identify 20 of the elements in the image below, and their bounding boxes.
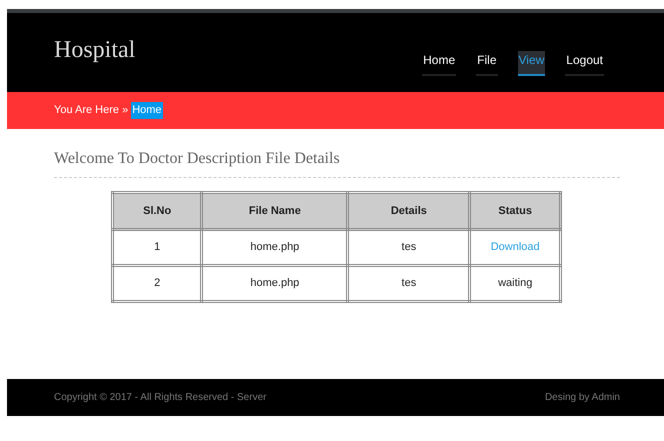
column-header: Details — [348, 192, 470, 230]
site-logo: Hospital — [54, 36, 136, 65]
table-cell: 1 — [112, 230, 202, 266]
column-header: Status — [470, 192, 560, 230]
nav-link[interactable]: View — [518, 51, 546, 76]
table-cell: waiting — [470, 266, 560, 302]
table-cell: tes — [348, 230, 470, 266]
table-cell: home.php — [202, 266, 348, 302]
breadcrumb-label: You Are Here » — [54, 103, 128, 118]
nav-link[interactable]: Home — [422, 51, 456, 76]
copyright-text: Copyright © 2017 - All Rights Reserved - Server — [54, 391, 266, 405]
credit-text: Desing by Admin — [544, 391, 620, 405]
column-header: File Name — [202, 192, 348, 230]
nav-link[interactable]: File — [476, 51, 498, 76]
table-cell: home.php — [202, 230, 348, 266]
page-heading: Welcome To Doctor Description File Details — [54, 147, 620, 178]
table-cell: tes — [348, 266, 470, 302]
nav-link[interactable]: Logout — [565, 51, 604, 76]
table-cell: 2 — [112, 266, 202, 302]
column-header: Sl.No — [112, 192, 202, 230]
